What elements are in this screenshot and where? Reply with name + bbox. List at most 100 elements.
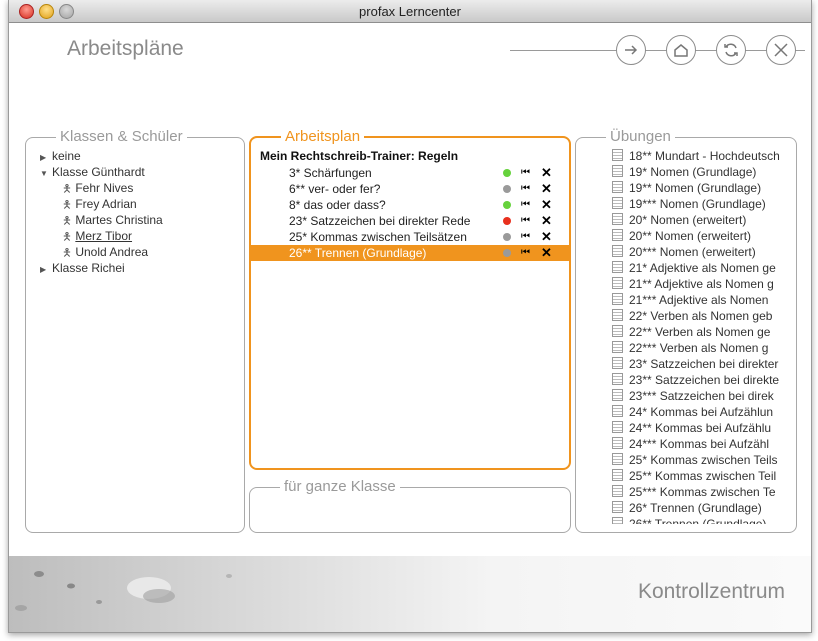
triangle-right-icon[interactable]: ▶ [40, 262, 52, 278]
rewind-icon[interactable]: ⏮ [521, 213, 530, 229]
exit-button[interactable] [766, 35, 796, 65]
status-dot [503, 201, 511, 209]
exercise-item[interactable]: 19** Nomen (Grundlage) [612, 180, 786, 196]
exercise-list[interactable]: 18** Mundart - Hochdeutsch 19* Nomen (Gru… [612, 148, 786, 524]
person-icon: 🯅 [62, 183, 72, 195]
plan-title: Mein Rechtschreib-Trainer: Regeln [260, 149, 459, 163]
exercise-label: 21*** Adjektive als Nomen [629, 293, 769, 307]
person-icon: 🯅 [62, 231, 72, 243]
document-icon [612, 213, 623, 225]
plan-item-selected[interactable]: 26** Trennen (Grundlage) ⏮ ✕ [251, 245, 569, 261]
plan-item[interactable]: 6** ver- oder fer? ⏮ ✕ [251, 181, 569, 197]
exercise-item[interactable]: 20* Nomen (erweitert) [612, 212, 786, 228]
document-icon [612, 357, 623, 369]
rewind-icon[interactable]: ⏮ [521, 229, 530, 245]
title-bar: profax Lerncenter [9, 0, 811, 23]
exercise-item[interactable]: 22** Verben als Nomen ge [612, 324, 786, 340]
document-icon [612, 229, 623, 241]
rewind-icon[interactable]: ⏮ [521, 165, 530, 181]
delete-icon[interactable]: ✕ [541, 245, 552, 261]
exercise-label: 22* Verben als Nomen geb [629, 309, 773, 323]
plan-item[interactable]: 3* Schärfungen ⏮ ✕ [251, 165, 569, 181]
plan-legend: Arbeitsplan [281, 128, 365, 145]
exercise-label: 19*** Nomen (Grundlage) [629, 197, 766, 211]
status-dot [503, 169, 511, 177]
document-icon [612, 277, 623, 289]
refresh-icon [724, 43, 738, 57]
exercise-item[interactable]: 25** Kommas zwischen Teil [612, 468, 786, 484]
status-dot [503, 249, 511, 257]
exercise-item[interactable]: 23*** Satzzeichen bei direk [612, 388, 786, 404]
exercise-item[interactable]: 26** Trennen (Grundlage) [612, 516, 786, 524]
tree-item-keine[interactable]: ▶ keine [40, 148, 163, 164]
document-icon [612, 485, 623, 497]
delete-icon[interactable]: ✕ [541, 229, 552, 245]
exercise-label: 19* Nomen (Grundlage) [629, 165, 757, 179]
exercise-label: 20* Nomen (erweitert) [629, 213, 747, 227]
plan-item[interactable]: 23* Satzzeichen bei direkter Rede ⏮ ✕ [251, 213, 569, 229]
exercise-item[interactable]: 22*** Verben als Nomen g [612, 340, 786, 356]
exercises-panel: Übungen 18** Mundart - Hochdeutsch 19* No… [575, 128, 797, 533]
exercise-item[interactable]: 24*** Kommas bei Aufzähl [612, 436, 786, 452]
person-icon: 🯅 [62, 199, 72, 211]
exercise-item[interactable]: 23** Satzzeichen bei direkte [612, 372, 786, 388]
delete-icon[interactable]: ✕ [541, 213, 552, 229]
tree-student[interactable]: 🯅 Fehr Nives [40, 180, 163, 196]
status-dot [503, 217, 511, 225]
exercise-item[interactable]: 21* Adjektive als Nomen ge [612, 260, 786, 276]
exercise-item[interactable]: 20*** Nomen (erweitert) [612, 244, 786, 260]
tree-student[interactable]: 🯅 Martes Christina [40, 212, 163, 228]
plan-list: 3* Schärfungen ⏮ ✕ 6** ver- oder fer? ⏮ … [251, 165, 569, 261]
exercise-item[interactable]: 25*** Kommas zwischen Te [612, 484, 786, 500]
delete-icon[interactable]: ✕ [541, 197, 552, 213]
delete-icon[interactable]: ✕ [541, 181, 552, 197]
exercise-label: 21** Adjektive als Nomen g [629, 277, 774, 291]
rewind-icon[interactable]: ⏮ [521, 245, 530, 261]
forward-button[interactable] [616, 35, 646, 65]
whole-class-panel[interactable]: für ganze Klasse [249, 478, 571, 533]
delete-icon[interactable]: ✕ [541, 165, 552, 181]
classes-legend: Klassen & Schüler [56, 128, 187, 145]
exercise-item[interactable]: 18** Mundart - Hochdeutsch [612, 148, 786, 164]
exercise-item[interactable]: 24** Kommas bei Aufzählu [612, 420, 786, 436]
refresh-button[interactable] [716, 35, 746, 65]
exercise-label: 23* Satzzeichen bei direkter [629, 357, 779, 371]
exercise-item[interactable]: 21** Adjektive als Nomen g [612, 276, 786, 292]
tree-student-selected[interactable]: 🯅 Merz Tibor [40, 228, 163, 244]
exercise-item[interactable]: 25* Kommas zwischen Teils [612, 452, 786, 468]
document-icon [612, 501, 623, 513]
exercise-item[interactable]: 26* Trennen (Grundlage) [612, 500, 786, 516]
exercise-label: 25*** Kommas zwischen Te [629, 485, 776, 499]
exercise-item[interactable]: 23* Satzzeichen bei direkter [612, 356, 786, 372]
document-icon [612, 309, 623, 321]
tree-student[interactable]: 🯅 Frey Adrian [40, 196, 163, 212]
exercise-label: 22** Verben als Nomen ge [629, 325, 771, 339]
plan-item[interactable]: 25* Kommas zwischen Teilsätzen ⏮ ✕ [251, 229, 569, 245]
document-icon [612, 293, 623, 305]
exercise-item[interactable]: 21*** Adjektive als Nomen [612, 292, 786, 308]
nav-divider [510, 50, 805, 51]
tree-item-klasse-guenthardt[interactable]: ▼ Klasse Günthardt [40, 164, 163, 180]
document-icon [612, 421, 623, 433]
document-icon [612, 469, 623, 481]
exercise-item[interactable]: 19*** Nomen (Grundlage) [612, 196, 786, 212]
exercise-label: 25* Kommas zwischen Teils [629, 453, 778, 467]
person-icon: 🯅 [62, 247, 72, 259]
document-icon [612, 165, 623, 177]
home-button[interactable] [666, 35, 696, 65]
tree-student[interactable]: 🯅 Unold Andrea [40, 244, 163, 260]
exercise-label: 23** Satzzeichen bei direkte [629, 373, 780, 387]
footer-banner: Kontrollzentrum [9, 556, 811, 632]
exercise-item[interactable]: 20** Nomen (erweitert) [612, 228, 786, 244]
rewind-icon[interactable]: ⏮ [521, 181, 530, 197]
rewind-icon[interactable]: ⏮ [521, 197, 530, 213]
exercise-item[interactable]: 22* Verben als Nomen geb [612, 308, 786, 324]
exercise-item[interactable]: 24* Kommas bei Aufzählun [612, 404, 786, 420]
tree-item-klasse-richei[interactable]: ▶ Klasse Richei [40, 260, 163, 276]
document-icon [612, 197, 623, 209]
close-icon [774, 43, 788, 57]
plan-panel: Arbeitsplan Mein Rechtschreib-Trainer: R… [249, 128, 571, 470]
plan-item[interactable]: 8* das oder dass? ⏮ ✕ [251, 197, 569, 213]
class-tree: ▶ keine ▼ Klasse Günthardt 🯅 Fehr Nives 🯅 … [40, 148, 163, 276]
exercise-item[interactable]: 19* Nomen (Grundlage) [612, 164, 786, 180]
